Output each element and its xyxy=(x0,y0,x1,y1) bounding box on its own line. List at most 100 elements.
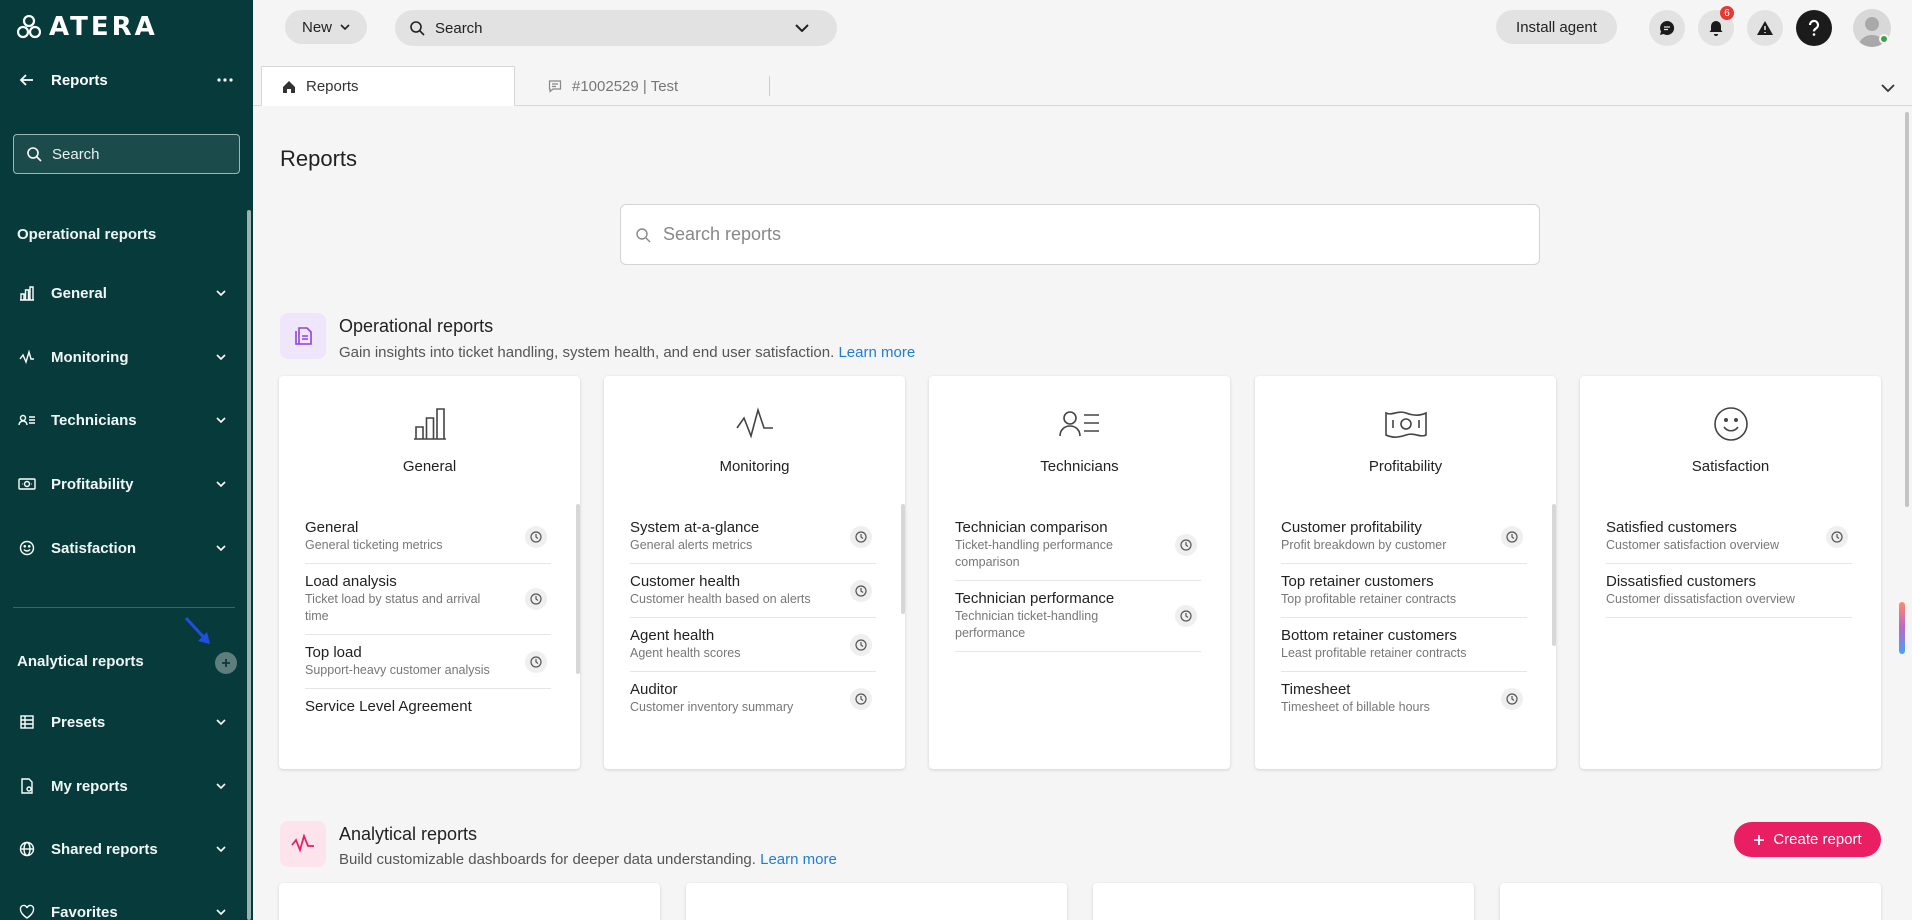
operational-section-title: Operational reports xyxy=(339,316,494,336)
card-report-list: Technician comparison Ticket-handling per… xyxy=(955,510,1201,652)
back-arrow-icon[interactable] xyxy=(17,70,37,90)
schedule-clock-icon[interactable] xyxy=(850,687,872,710)
report-title: General xyxy=(305,519,359,536)
chevron-down-icon xyxy=(214,541,228,555)
reports-search[interactable] xyxy=(620,204,1540,265)
report-row[interactable]: General General ticketing metrics xyxy=(305,510,551,564)
side-widget-handle[interactable] xyxy=(1899,602,1905,654)
card-title: General xyxy=(402,458,457,475)
analytical-card[interactable] xyxy=(1500,883,1881,920)
report-row[interactable]: Timesheet Timesheet of billable hours xyxy=(1281,672,1527,725)
analytical-card[interactable] xyxy=(686,883,1067,920)
chevron-down-icon xyxy=(214,779,228,793)
more-icon[interactable] xyxy=(214,70,236,90)
report-row[interactable]: System at-a-glance General alerts metrics xyxy=(630,510,876,564)
schedule-clock-icon[interactable] xyxy=(850,525,872,548)
chevron-down-icon[interactable] xyxy=(795,24,809,32)
help-button[interactable] xyxy=(1796,10,1832,46)
smiley-icon xyxy=(1580,406,1881,450)
report-row[interactable]: Load analysis Ticket load by status and a… xyxy=(305,564,551,635)
report-row[interactable]: Service Level Agreement xyxy=(305,689,551,725)
sidebar-item-favorites[interactable]: Favorites xyxy=(0,890,245,920)
sidebar-search-input[interactable] xyxy=(52,145,222,163)
schedule-clock-icon[interactable] xyxy=(1826,525,1848,548)
create-report-button[interactable]: Create report xyxy=(1734,822,1881,857)
schedule-clock-icon[interactable] xyxy=(1175,534,1197,556)
chevron-down-icon xyxy=(214,905,228,919)
sidebar-item-monitoring[interactable]: Monitoring xyxy=(0,335,245,379)
global-search-input[interactable] xyxy=(435,19,795,37)
tab-reports[interactable]: Reports xyxy=(261,66,515,106)
report-row[interactable]: Bottom retainer customers Least profitabl… xyxy=(1281,618,1527,672)
report-row[interactable]: Auditor Customer inventory summary xyxy=(630,672,876,725)
sidebar-item-label: General xyxy=(51,284,107,302)
card-scrollbar[interactable] xyxy=(576,504,580,674)
report-title: Technician comparison xyxy=(955,519,1108,536)
report-row[interactable]: Customer health Customer health based on … xyxy=(630,564,876,618)
card-scrollbar[interactable] xyxy=(1552,504,1556,646)
sidebar-item-label: Presets xyxy=(51,713,106,731)
report-row[interactable]: Satisfied customers Customer satisfaction… xyxy=(1606,510,1852,564)
schedule-clock-icon[interactable] xyxy=(1501,687,1523,710)
analytical-card[interactable] xyxy=(279,883,660,920)
pulse-icon xyxy=(291,834,314,853)
sidebar-item-presets[interactable]: Presets xyxy=(0,700,245,744)
money-icon xyxy=(17,474,37,494)
sidebar-item-profitability[interactable]: Profitability xyxy=(0,462,245,506)
report-card-monitoring: Monitoring System at-a-glance General ale… xyxy=(604,376,905,769)
operational-learn-more-link[interactable]: Learn more xyxy=(838,344,915,361)
schedule-clock-icon[interactable] xyxy=(1501,525,1523,548)
sidebar-search[interactable] xyxy=(13,134,240,174)
logo-icon xyxy=(17,15,41,39)
new-button[interactable]: New xyxy=(285,10,367,44)
schedule-clock-icon[interactable] xyxy=(1175,605,1197,627)
ticket-comment-icon xyxy=(548,80,562,93)
sidebar-item-my-reports[interactable]: My reports xyxy=(0,764,245,808)
sidebar-scrollbar[interactable] xyxy=(247,210,251,920)
schedule-clock-icon[interactable] xyxy=(850,579,872,602)
add-analytical-report-button[interactable] xyxy=(215,652,237,674)
create-report-label: Create report xyxy=(1773,831,1862,848)
report-row[interactable]: Technician comparison Ticket-handling per… xyxy=(955,510,1201,581)
report-row[interactable]: Top retainer customers Top profitable ret… xyxy=(1281,564,1527,618)
global-search[interactable] xyxy=(395,10,837,46)
bar-chart-icon xyxy=(17,283,37,303)
alerts-button[interactable] xyxy=(1747,10,1783,46)
install-agent-button[interactable]: Install agent xyxy=(1496,10,1617,44)
tabs-overflow-button[interactable] xyxy=(1878,78,1898,98)
pulse-icon xyxy=(17,347,37,367)
reports-search-input[interactable] xyxy=(663,224,1523,245)
notifications-button[interactable]: 6 xyxy=(1698,6,1734,46)
schedule-clock-icon[interactable] xyxy=(850,633,872,656)
tab-ticket[interactable]: #1002529 | Test xyxy=(528,66,778,106)
schedule-clock-icon[interactable] xyxy=(525,650,547,673)
schedule-clock-icon[interactable] xyxy=(525,588,547,610)
sidebar-item-general[interactable]: General xyxy=(0,271,245,315)
sidebar-item-shared-reports[interactable]: Shared reports xyxy=(0,827,245,871)
analytical-section-icon xyxy=(280,821,326,867)
report-row[interactable]: Customer profitability Profit breakdown b… xyxy=(1281,510,1527,564)
report-row[interactable]: Technician performance Technician ticket-… xyxy=(955,581,1201,652)
tab-label: #1002529 | Test xyxy=(572,77,679,95)
technicians-icon xyxy=(929,406,1230,450)
tab-bar: Reports #1002529 | Test xyxy=(253,66,1912,106)
atera-logo[interactable]: ATERA xyxy=(17,12,158,42)
card-title: Satisfaction xyxy=(1691,458,1770,475)
operational-reports-heading: Operational reports xyxy=(17,226,157,243)
report-card-profitability: Profitability Customer profitability Prof… xyxy=(1255,376,1556,769)
sidebar-item-technicians[interactable]: Technicians xyxy=(0,398,245,442)
chat-button[interactable] xyxy=(1649,10,1685,46)
analytical-learn-more-link[interactable]: Learn more xyxy=(760,851,837,868)
card-scrollbar[interactable] xyxy=(901,504,905,614)
report-title: Agent health xyxy=(630,627,715,644)
report-card-technicians: Technicians Technician comparison Ticket-… xyxy=(929,376,1230,769)
analytical-reports-heading: Analytical reports xyxy=(17,653,144,670)
report-row[interactable]: Dissatisfied customers Customer dissatisf… xyxy=(1606,564,1852,618)
report-row[interactable]: Top load Support-heavy customer analysis xyxy=(305,635,551,689)
schedule-clock-icon[interactable] xyxy=(525,525,547,548)
main-scrollbar[interactable] xyxy=(1905,112,1909,507)
analytical-card[interactable] xyxy=(1093,883,1474,920)
sidebar-item-satisfaction[interactable]: Satisfaction xyxy=(0,526,245,570)
report-desc: General alerts metrics xyxy=(630,538,753,552)
report-row[interactable]: Agent health Agent health scores xyxy=(630,618,876,672)
